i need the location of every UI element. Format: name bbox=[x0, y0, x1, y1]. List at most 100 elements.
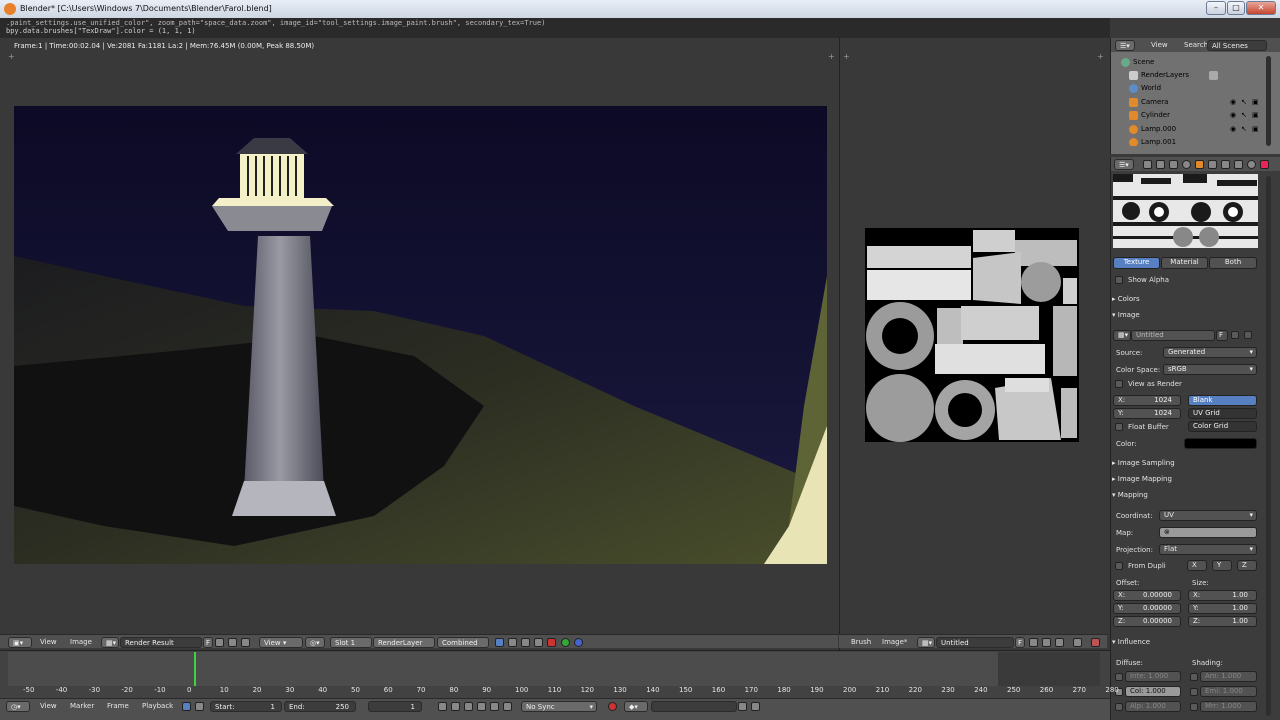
texture-image-name[interactable]: Untitled bbox=[1131, 330, 1215, 341]
editor-type-button[interactable]: ☰▾ bbox=[1115, 40, 1135, 51]
material-tab-icon[interactable] bbox=[1247, 160, 1256, 169]
image-name-field[interactable]: Untitled bbox=[936, 637, 1014, 648]
view-mode-dropdown[interactable]: View ▾ bbox=[259, 637, 303, 648]
render-tab-icon[interactable] bbox=[1143, 160, 1152, 169]
fake-user-button[interactable]: F bbox=[1015, 637, 1025, 648]
ambient-checkbox[interactable] bbox=[1190, 673, 1198, 681]
source-dropdown[interactable]: Generated ▾ bbox=[1163, 347, 1257, 358]
corner-plus-icon[interactable]: + bbox=[1097, 52, 1104, 61]
sync-dropdown[interactable]: No Sync ▾ bbox=[521, 701, 597, 712]
axis-x-dropdown[interactable]: X bbox=[1187, 560, 1207, 571]
render-layer-tab-icon[interactable] bbox=[1156, 160, 1165, 169]
new-image-icon[interactable] bbox=[1029, 638, 1038, 647]
fake-user-button[interactable]: F bbox=[1216, 330, 1228, 341]
unlink-image-icon[interactable] bbox=[1244, 331, 1252, 339]
axis-z-dropdown[interactable]: Z bbox=[1237, 560, 1257, 571]
intensity-checkbox[interactable] bbox=[1115, 673, 1123, 681]
prev-keyframe-icon[interactable] bbox=[451, 702, 460, 711]
panel-mapping-header[interactable]: ▾ Mapping bbox=[1112, 488, 1258, 502]
panel-image-sampling-header[interactable]: ▸ Image Sampling bbox=[1112, 456, 1258, 470]
channel-red-icon[interactable] bbox=[547, 638, 556, 647]
display-mode-dropdown[interactable]: All Scenes bbox=[1207, 40, 1267, 51]
corner-plus-icon[interactable]: + bbox=[8, 52, 15, 61]
alpha-checkbox[interactable] bbox=[1115, 703, 1123, 711]
size-x-field[interactable]: X: 1.00 bbox=[1188, 590, 1257, 601]
current-frame-field[interactable]: 1 bbox=[368, 701, 422, 712]
visibility-eye-icon[interactable]: ◉ bbox=[1230, 109, 1236, 122]
color-slider[interactable]: Col: 1.000 bbox=[1125, 686, 1181, 697]
panel-image-header[interactable]: ▾ Image bbox=[1112, 308, 1258, 322]
data-tab-icon[interactable] bbox=[1234, 160, 1243, 169]
image-name-field[interactable]: Render Result bbox=[120, 637, 202, 648]
projection-dropdown[interactable]: Flat ▾ bbox=[1159, 544, 1257, 555]
channel-blue-icon[interactable] bbox=[574, 638, 583, 647]
show-alpha-checkbox[interactable] bbox=[1115, 276, 1123, 284]
unlink-image-icon[interactable] bbox=[241, 638, 250, 647]
menu-view[interactable]: View bbox=[1151, 41, 1168, 49]
channel-rgb-icon[interactable] bbox=[495, 638, 504, 647]
minimize-button[interactable]: – bbox=[1206, 1, 1226, 15]
timeline-track[interactable] bbox=[8, 652, 998, 686]
outliner-row-renderlayers[interactable]: RenderLayers bbox=[1113, 69, 1273, 82]
keying-set-button[interactable]: ◆▾ bbox=[624, 701, 648, 712]
mirror-slider[interactable]: Mrr: 1.000 bbox=[1200, 701, 1257, 712]
size-y-field[interactable]: Y: 1.00 bbox=[1188, 603, 1257, 614]
tab-material[interactable]: Material bbox=[1161, 257, 1208, 269]
offset-z-field[interactable]: Z: 0.00000 bbox=[1113, 616, 1181, 627]
generated-type-uv-grid[interactable]: UV Grid bbox=[1188, 408, 1257, 419]
constraints-tab-icon[interactable] bbox=[1208, 160, 1217, 169]
editor-type-button[interactable]: ☰▾ bbox=[1114, 159, 1134, 170]
panel-colors-header[interactable]: ▸ Colors bbox=[1112, 292, 1258, 306]
keying-set-field[interactable] bbox=[651, 701, 737, 712]
menu-marker[interactable]: Marker bbox=[70, 702, 94, 710]
pivot-button[interactable]: ◎▾ bbox=[305, 637, 325, 648]
play-icon[interactable] bbox=[477, 702, 486, 711]
modifiers-tab-icon[interactable] bbox=[1221, 160, 1230, 169]
menu-search[interactable]: Search bbox=[1184, 41, 1208, 49]
from-dupli-checkbox[interactable] bbox=[1115, 562, 1123, 570]
menu-playback[interactable]: Playback bbox=[142, 702, 173, 710]
axis-y-dropdown[interactable]: Y bbox=[1212, 560, 1232, 571]
outliner-scrollbar[interactable] bbox=[1266, 56, 1271, 146]
intensity-slider[interactable]: Inte: 1.000 bbox=[1125, 671, 1181, 682]
render-camera-icon[interactable]: ▣ bbox=[1252, 96, 1259, 109]
alpha-slider[interactable]: Alp: 1.000 bbox=[1125, 701, 1181, 712]
jump-end-icon[interactable] bbox=[503, 702, 512, 711]
render-pass-dropdown[interactable]: Combined bbox=[437, 637, 489, 648]
view-as-render-checkbox[interactable] bbox=[1115, 380, 1123, 388]
preview-range-icon[interactable] bbox=[182, 702, 191, 711]
insert-keyframe-icon[interactable] bbox=[738, 702, 747, 711]
properties-scrollbar[interactable] bbox=[1266, 176, 1271, 716]
panel-influence-header[interactable]: ▾ Influence bbox=[1112, 635, 1258, 649]
texture-tab-icon[interactable] bbox=[1260, 160, 1269, 169]
play-reverse-icon[interactable] bbox=[464, 702, 473, 711]
select-arrow-icon[interactable]: ↖ bbox=[1241, 109, 1247, 122]
tab-texture[interactable]: Texture bbox=[1113, 257, 1160, 269]
next-keyframe-icon[interactable] bbox=[490, 702, 499, 711]
generated-type-blank[interactable]: Blank bbox=[1188, 395, 1257, 406]
end-frame-field[interactable]: End: 250 bbox=[284, 701, 356, 712]
generated-type-color-grid[interactable]: Color Grid bbox=[1188, 421, 1257, 432]
open-image-icon[interactable] bbox=[228, 638, 237, 647]
image-browse-button[interactable]: ▦▾ bbox=[917, 637, 935, 648]
delete-keyframe-icon[interactable] bbox=[751, 702, 760, 711]
scene-tab-icon[interactable] bbox=[1169, 160, 1178, 169]
menu-image[interactable]: Image* bbox=[882, 638, 907, 646]
current-frame-marker[interactable] bbox=[194, 652, 196, 686]
menu-view[interactable]: View bbox=[40, 638, 57, 646]
outliner-row-world[interactable]: World bbox=[1113, 82, 1273, 95]
render-camera-icon[interactable]: ▣ bbox=[1252, 109, 1259, 122]
outliner-row-scene[interactable]: Scene bbox=[1113, 56, 1273, 69]
corner-plus-icon[interactable]: + bbox=[843, 52, 850, 61]
mirror-checkbox[interactable] bbox=[1190, 703, 1198, 711]
outliner-row-lamp001[interactable]: Lamp.001 bbox=[1113, 136, 1273, 146]
offset-x-field[interactable]: X: 0.00000 bbox=[1113, 590, 1181, 601]
visibility-eye-icon[interactable]: ◉ bbox=[1230, 123, 1236, 136]
panel-image-mapping-header[interactable]: ▸ Image Mapping bbox=[1112, 472, 1258, 486]
emit-checkbox[interactable] bbox=[1190, 688, 1198, 696]
tab-both[interactable]: Both bbox=[1209, 257, 1257, 269]
start-frame-field[interactable]: Start: 1 bbox=[210, 701, 282, 712]
channel-z-icon[interactable] bbox=[521, 638, 530, 647]
timeline-track-out-of-range[interactable] bbox=[998, 652, 1100, 686]
lock-icon[interactable] bbox=[195, 702, 204, 711]
